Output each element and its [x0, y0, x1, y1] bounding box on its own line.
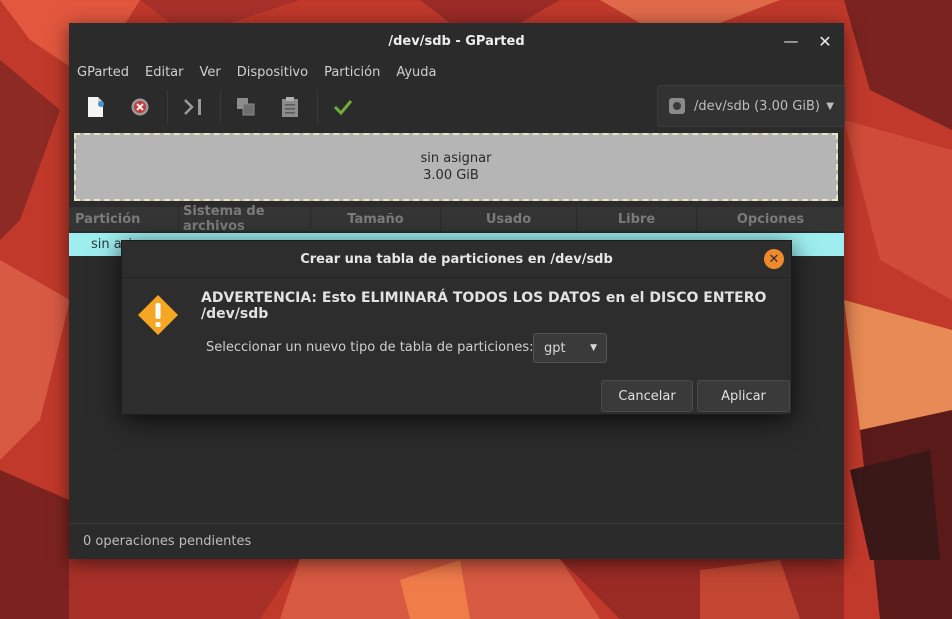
menu-gparted[interactable]: GParted [77, 65, 129, 80]
toolbar-separator [220, 90, 221, 124]
dialog-title: Crear una tabla de particiones en /dev/s… [300, 251, 613, 267]
chevron-down-icon: ▼ [590, 343, 597, 353]
minimize-icon: — [783, 32, 799, 50]
close-icon: ✕ [818, 31, 832, 51]
menu-editar[interactable]: Editar [145, 65, 184, 80]
column-header-used[interactable]: Usado [441, 207, 577, 231]
menu-particion[interactable]: Partición [324, 65, 380, 80]
column-header-particion[interactable]: Partición [69, 207, 179, 231]
partition-table-type-label: Seleccionar un nuevo tipo de tabla de pa… [206, 340, 534, 355]
statusbar: 0 operaciones pendientes [69, 523, 844, 559]
column-header-free[interactable]: Libre [577, 207, 697, 231]
create-partition-table-dialog: Crear una tabla de particiones en /dev/s… [121, 240, 792, 415]
resize-move-icon [184, 99, 201, 115]
dialog-titlebar[interactable]: Crear una tabla de particiones en /dev/s… [122, 241, 791, 278]
toolbar-separator [317, 90, 318, 124]
warning-icon [138, 295, 178, 335]
paste-button[interactable] [273, 90, 307, 124]
toolbar: /dev/sdb (3.00 GiB) ▼ [69, 85, 845, 129]
resize-move-button[interactable] [176, 90, 210, 124]
partition-table-header: Partición Sistema de archivos Tamaño Usa… [69, 204, 844, 234]
menu-ver[interactable]: Ver [200, 65, 221, 80]
warning-heading: ADVERTENCIA: Esto ELIMINARÁ TODOS LOS DA… [201, 290, 767, 322]
chevron-down-icon: ▼ [826, 100, 834, 112]
device-label: /dev/sdb (3.00 GiB) [694, 98, 820, 114]
disk-icon [669, 98, 685, 114]
delete-icon [131, 98, 149, 116]
delete-partition-button[interactable] [123, 90, 157, 124]
column-header-options[interactable]: Opciones [697, 207, 844, 231]
minimize-button[interactable]: — [781, 31, 801, 51]
partition-map[interactable]: sin asignar 3.00 GiB [74, 133, 838, 201]
partition-table-type-value: gpt [544, 340, 566, 356]
window-title: /dev/sdb - GParted [388, 33, 525, 49]
menubar: GParted Editar Ver Dispositivo Partición… [69, 59, 844, 85]
toolbar-separator [167, 90, 168, 124]
apply-icon [333, 100, 353, 116]
partition-map-size: 3.00 GiB [423, 168, 479, 183]
apply-button[interactable]: Aplicar [697, 380, 790, 412]
partition-map-name: sin asignar [420, 151, 492, 166]
cancel-button[interactable]: Cancelar [601, 380, 693, 412]
new-icon [88, 97, 104, 117]
close-icon: ✕ [768, 251, 780, 267]
apply-all-button[interactable] [326, 90, 360, 124]
partition-table-type-select[interactable]: gpt ▼ [533, 333, 607, 363]
menu-dispositivo[interactable]: Dispositivo [237, 65, 308, 80]
copy-button[interactable] [229, 90, 263, 124]
column-header-filesystem[interactable]: Sistema de archivos [179, 204, 311, 234]
pending-operations-text: 0 operaciones pendientes [83, 534, 252, 549]
paste-icon [282, 97, 298, 117]
menu-ayuda[interactable]: Ayuda [396, 65, 436, 80]
copy-icon [237, 98, 255, 116]
column-header-size[interactable]: Tamaño [311, 207, 441, 231]
dialog-close-button[interactable]: ✕ [764, 249, 784, 269]
close-button[interactable]: ✕ [815, 31, 835, 51]
window-titlebar[interactable]: /dev/sdb - GParted — ✕ [69, 23, 844, 59]
new-partition-button[interactable] [79, 90, 113, 124]
device-selector[interactable]: /dev/sdb (3.00 GiB) ▼ [657, 85, 845, 127]
